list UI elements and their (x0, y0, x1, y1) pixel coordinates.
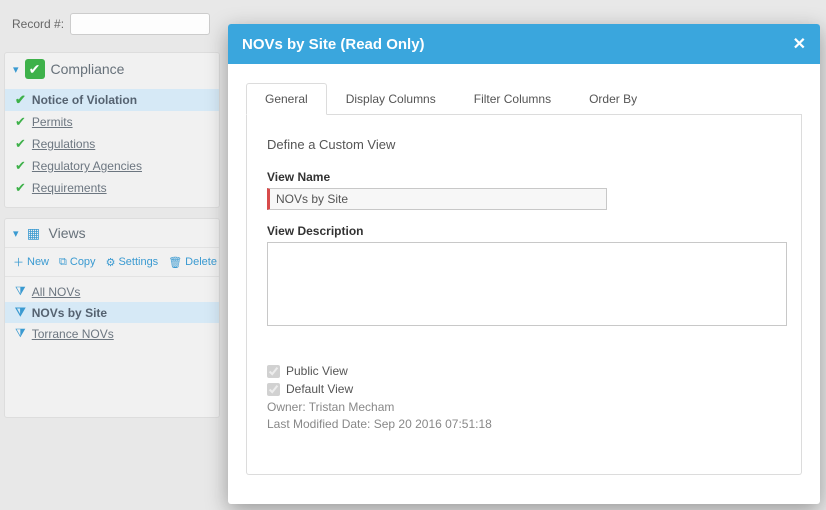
views-header[interactable]: ▾ ▦ Views (5, 219, 219, 247)
compliance-check-icon: ✔ (25, 59, 45, 79)
tab-display-columns[interactable]: Display Columns (327, 83, 455, 115)
close-icon[interactable]: ✕ (793, 34, 806, 54)
sidebar-item-label: Regulations (32, 137, 95, 151)
sidebar-item-compliance[interactable]: ✔ Notice of Violation (5, 89, 219, 111)
owner-line: Owner: Tristan Mecham (267, 400, 781, 414)
new-view-button[interactable]: ＋New (13, 254, 49, 270)
plus-icon: ＋ (13, 254, 24, 270)
compliance-title: Compliance (51, 61, 125, 77)
sidebar-item-compliance[interactable]: ✔ Requirements (5, 177, 219, 199)
check-icon: ✔ (15, 180, 26, 196)
compliance-list: ✔ Notice of Violation ✔ Permits ✔ Regulations… (5, 85, 219, 207)
views-toolbar: ＋New ⧉Copy ⚙Settings 🗑Delete (5, 247, 219, 277)
sidebar-item-compliance[interactable]: ✔ Regulations (5, 133, 219, 155)
views-panel: ▾ ▦ Views ＋New ⧉Copy ⚙Settings 🗑Delete ⧩… (4, 218, 220, 418)
section-title: Define a Custom View (267, 137, 781, 152)
funnel-icon: ⧩ (15, 326, 26, 341)
sidebar-item-label: Permits (32, 115, 73, 129)
sidebar-item-label: Notice of Violation (32, 93, 137, 107)
compliance-panel: ▾ ✔ Compliance ✔ Notice of Violation ✔ Perm… (4, 52, 220, 208)
funnel-icon: ⧩ (15, 305, 26, 320)
tab-content-general: Define a Custom View View Name View Desc… (246, 115, 802, 475)
default-view-checkbox[interactable] (267, 383, 280, 396)
views-title: Views (49, 225, 86, 241)
funnel-icon: ⧩ (15, 284, 26, 299)
public-view-row: Public View (267, 364, 781, 378)
settings-view-button[interactable]: ⚙Settings (106, 254, 159, 270)
default-view-row: Default View (267, 382, 781, 396)
modal-title-text: NOVs by Site (Read Only) (242, 36, 425, 53)
check-icon: ✔ (15, 136, 26, 152)
sidebar-item-compliance[interactable]: ✔ Permits (5, 111, 219, 133)
sidebar-item-label: Requirements (32, 181, 107, 195)
compliance-header[interactable]: ▾ ✔ Compliance (5, 53, 219, 85)
public-view-checkbox[interactable] (267, 365, 280, 378)
tab-bar: GeneralDisplay ColumnsFilter ColumnsOrde… (246, 82, 802, 115)
delete-view-button[interactable]: 🗑Delete (168, 254, 217, 270)
trash-icon: 🗑 (168, 256, 182, 269)
sidebar-item-label: Torrance NOVs (32, 327, 114, 341)
chevron-down-icon: ▾ (13, 227, 19, 240)
record-number-input[interactable] (70, 13, 210, 35)
chevron-down-icon: ▾ (13, 63, 19, 76)
views-grid-icon: ▦ (25, 225, 43, 241)
check-icon: ✔ (15, 92, 26, 108)
copy-icon: ⧉ (59, 256, 67, 269)
check-icon: ✔ (15, 114, 26, 130)
sidebar-item-view[interactable]: ⧩ NOVs by Site (5, 302, 219, 323)
modified-line: Last Modified Date: Sep 20 2016 07:51:18 (267, 417, 781, 431)
default-view-label: Default View (286, 382, 353, 396)
check-icon: ✔ (15, 158, 26, 174)
view-name-label: View Name (267, 170, 781, 184)
sidebar-item-label: NOVs by Site (32, 306, 107, 320)
modal-body: GeneralDisplay ColumnsFilter ColumnsOrde… (228, 64, 820, 485)
public-view-label: Public View (286, 364, 348, 378)
modal-titlebar: NOVs by Site (Read Only) ✕ (228, 24, 820, 64)
tab-filter-columns[interactable]: Filter Columns (455, 83, 570, 115)
views-list: ⧩ All NOVs ⧩ NOVs by Site ⧩ Torrance NOVs (5, 277, 219, 352)
sidebar-item-label: All NOVs (32, 285, 81, 299)
tab-general[interactable]: General (246, 83, 327, 115)
view-description-label: View Description (267, 224, 781, 238)
sidebar-item-view[interactable]: ⧩ All NOVs (5, 281, 219, 302)
sidebar-item-compliance[interactable]: ✔ Regulatory Agencies (5, 155, 219, 177)
view-description-textarea[interactable] (267, 242, 787, 326)
sidebar: ▾ ✔ Compliance ✔ Notice of Violation ✔ Perm… (4, 52, 220, 428)
view-name-input[interactable] (267, 188, 607, 210)
copy-view-button[interactable]: ⧉Copy (59, 254, 96, 270)
tab-order-by[interactable]: Order By (570, 83, 656, 115)
gear-icon: ⚙ (106, 256, 116, 269)
sidebar-item-label: Regulatory Agencies (32, 159, 142, 173)
record-number-label: Record #: (12, 17, 64, 31)
view-settings-modal: NOVs by Site (Read Only) ✕ GeneralDispla… (228, 24, 820, 504)
sidebar-item-view[interactable]: ⧩ Torrance NOVs (5, 323, 219, 344)
